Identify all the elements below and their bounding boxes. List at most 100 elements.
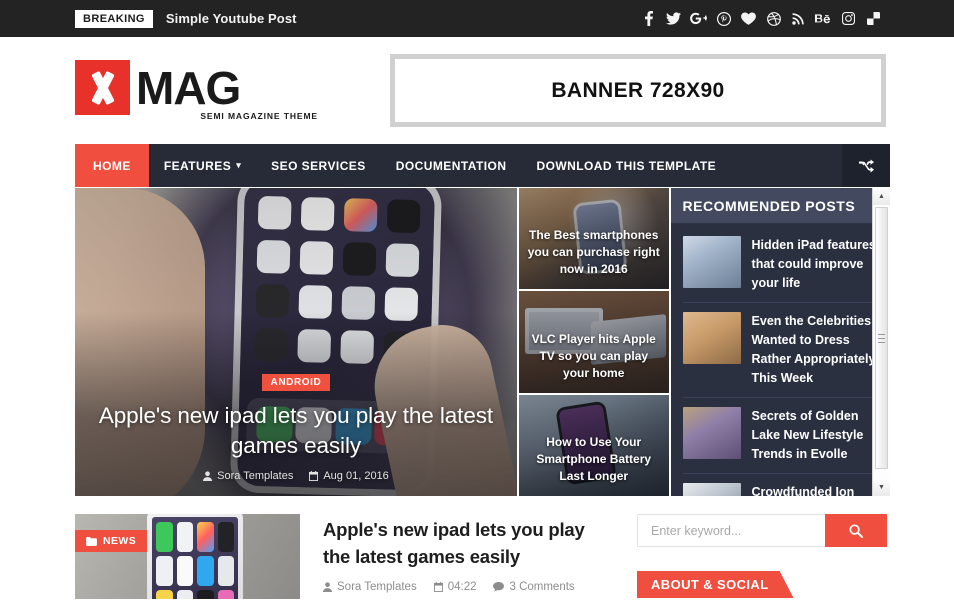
recommended-post-thumbnail xyxy=(682,407,741,459)
search-button[interactable] xyxy=(825,514,887,547)
hero-date: Aug 01, 2016 xyxy=(309,470,389,482)
post-author: Sora Templates xyxy=(323,581,417,593)
logo-x-mark xyxy=(75,60,130,115)
featured-card-title: How to Use Your Smartphone Battery Last … xyxy=(536,434,652,483)
behance-icon[interactable] xyxy=(811,8,836,30)
shuffle-icon[interactable] xyxy=(842,144,890,187)
logo-row: MAG xyxy=(75,60,320,115)
rss-icon[interactable] xyxy=(786,8,811,30)
featured-mid-column: The Best smartphones you can purchase ri… xyxy=(518,188,669,496)
search-widget xyxy=(637,514,887,547)
post-time-label: 04:22 xyxy=(447,581,477,593)
recommended-posts-list: Hidden iPad features that could improve … xyxy=(671,223,890,496)
breaking-badge: BREAKING xyxy=(75,9,153,28)
nav-item-download-this-template[interactable]: DOWNLOAD THIS TEMPLATE xyxy=(521,144,731,187)
featured-card[interactable]: How to Use Your Smartphone Battery Last … xyxy=(518,394,669,496)
pinterest-icon[interactable] xyxy=(711,8,736,30)
twitter-icon[interactable] xyxy=(661,8,686,30)
post-time: 04:22 xyxy=(433,581,477,593)
user-icon xyxy=(323,582,332,592)
google-plus-icon[interactable] xyxy=(686,8,711,30)
hero-author-label: Sora Templates xyxy=(217,470,294,482)
nav-label: FEATURES xyxy=(163,158,232,173)
recommended-post-title: Hidden iPad features that could improve … xyxy=(751,238,876,290)
recommended-post-title: Crowdfunded Ion Belt puts a complete sma… xyxy=(751,485,855,496)
app-icon xyxy=(197,590,214,599)
featured-card[interactable]: VLC Player hits Apple TV so you can play… xyxy=(518,291,669,393)
app-icon xyxy=(176,590,193,599)
recommended-scrollbar[interactable]: ▲ ▼ xyxy=(871,188,890,496)
recommended-post-thumbnail xyxy=(682,483,741,496)
user-icon xyxy=(203,471,213,481)
site-logo[interactable]: MAG SEMI MAGAZINE THEME xyxy=(75,60,320,121)
recommended-post-thumbnail xyxy=(682,312,741,364)
nav-item-documentation[interactable]: DOCUMENTATION xyxy=(381,144,522,187)
nav-label: HOME xyxy=(93,158,131,173)
post-author-label: Sora Templates xyxy=(337,581,417,593)
phone-illustration xyxy=(147,514,243,599)
facebook-icon[interactable] xyxy=(636,8,661,30)
search-icon xyxy=(849,523,863,538)
flickr-grid-icon[interactable] xyxy=(861,8,886,30)
hero-meta: Sora Templates Aug 01, 2016 xyxy=(97,470,495,482)
recommended-posts-widget: RECOMMENDED POSTS Hidden iPad features t… xyxy=(670,188,890,496)
post-title[interactable]: Apple's new ipad lets you play the lates… xyxy=(323,519,585,567)
recommended-post-item[interactable]: Crowdfunded Ion Belt puts a complete sma… xyxy=(682,474,878,496)
scrollbar-grip-icon xyxy=(877,333,885,343)
scrollbar-thumb[interactable] xyxy=(874,207,888,469)
hero-slider[interactable]: ANDROID Apple's new ipad lets you play t… xyxy=(75,188,517,496)
post-comments: 3 Comments xyxy=(493,581,575,593)
post-comments-label: 3 Comments xyxy=(509,581,575,593)
nav-label: SEO SERVICES xyxy=(271,158,366,173)
nav-item-home[interactable]: HOME xyxy=(75,144,149,187)
post-meta: Sora Templates 04:22 3 Comments xyxy=(323,581,615,593)
post-category-label: NEWS xyxy=(103,535,137,547)
app-icon xyxy=(197,522,214,552)
breaking-headline[interactable]: Simple Youtube Post xyxy=(166,11,297,26)
scroll-up-arrow-icon[interactable]: ▲ xyxy=(872,188,890,205)
chevron-down-icon: ▾ xyxy=(236,160,242,170)
banner-ad-placeholder[interactable]: BANNER 728X90 xyxy=(390,54,886,127)
hero-category-badge[interactable]: ANDROID xyxy=(261,374,331,391)
featured-section: ANDROID Apple's new ipad lets you play t… xyxy=(75,188,890,496)
app-icon-grid xyxy=(152,517,238,599)
breaking-news-bar: BREAKING Simple Youtube Post xyxy=(0,0,954,37)
featured-card-title: The Best smartphones you can purchase ri… xyxy=(527,228,660,277)
recommended-post-thumbnail xyxy=(682,236,741,288)
hero-author: Sora Templates xyxy=(203,470,293,482)
nav-label: DOCUMENTATION xyxy=(395,158,507,173)
post-thumbnail[interactable]: NEWS xyxy=(75,514,300,599)
folder-icon xyxy=(86,536,97,546)
comment-icon xyxy=(493,582,505,592)
instagram-icon[interactable] xyxy=(836,8,861,30)
calendar-icon xyxy=(309,471,319,481)
recommended-post-item[interactable]: Hidden iPad features that could improve … xyxy=(682,227,878,303)
scroll-down-arrow-icon[interactable]: ▼ xyxy=(872,479,890,496)
recommended-posts-heading: RECOMMENDED POSTS xyxy=(670,188,890,223)
recommended-post-item[interactable]: Secrets of Golden Lake New Lifestyle Tre… xyxy=(682,398,878,474)
banner-ad-text: BANNER 728X90 xyxy=(551,78,725,102)
post-category-badge[interactable]: NEWS xyxy=(75,530,148,552)
recommended-post-item[interactable]: Even the Celebrities Wanted to Dress Rat… xyxy=(682,303,878,398)
app-icon xyxy=(176,556,193,586)
bloglovin-heart-icon[interactable] xyxy=(736,8,761,30)
app-icon xyxy=(156,522,173,552)
app-icon xyxy=(217,556,234,586)
app-icon xyxy=(197,556,214,586)
scrollbar-track[interactable] xyxy=(872,205,890,479)
nav-item-features[interactable]: FEATURES ▾ xyxy=(149,144,256,187)
content-bottom-row: NEWS Apple's new ipad lets you play the … xyxy=(75,514,890,599)
dribbble-icon[interactable] xyxy=(761,8,786,30)
social-links xyxy=(636,8,886,30)
search-input[interactable] xyxy=(637,514,825,547)
featured-card[interactable]: The Best smartphones you can purchase ri… xyxy=(518,188,669,290)
app-icon xyxy=(176,522,193,552)
hero-title[interactable]: Apple's new ipad lets you play the lates… xyxy=(97,401,495,461)
featured-card-title: VLC Player hits Apple TV so you can play… xyxy=(531,331,656,380)
recommended-post-title: Secrets of Golden Lake New Lifestyle Tre… xyxy=(751,409,864,461)
app-icon xyxy=(217,590,234,599)
recommended-post-title: Even the Celebrities Wanted to Dress Rat… xyxy=(751,314,876,385)
nav-item-seo-services[interactable]: SEO SERVICES xyxy=(256,144,381,187)
app-icon xyxy=(156,590,173,599)
sidebar-column: ABOUT & SOCIAL xyxy=(637,514,887,599)
